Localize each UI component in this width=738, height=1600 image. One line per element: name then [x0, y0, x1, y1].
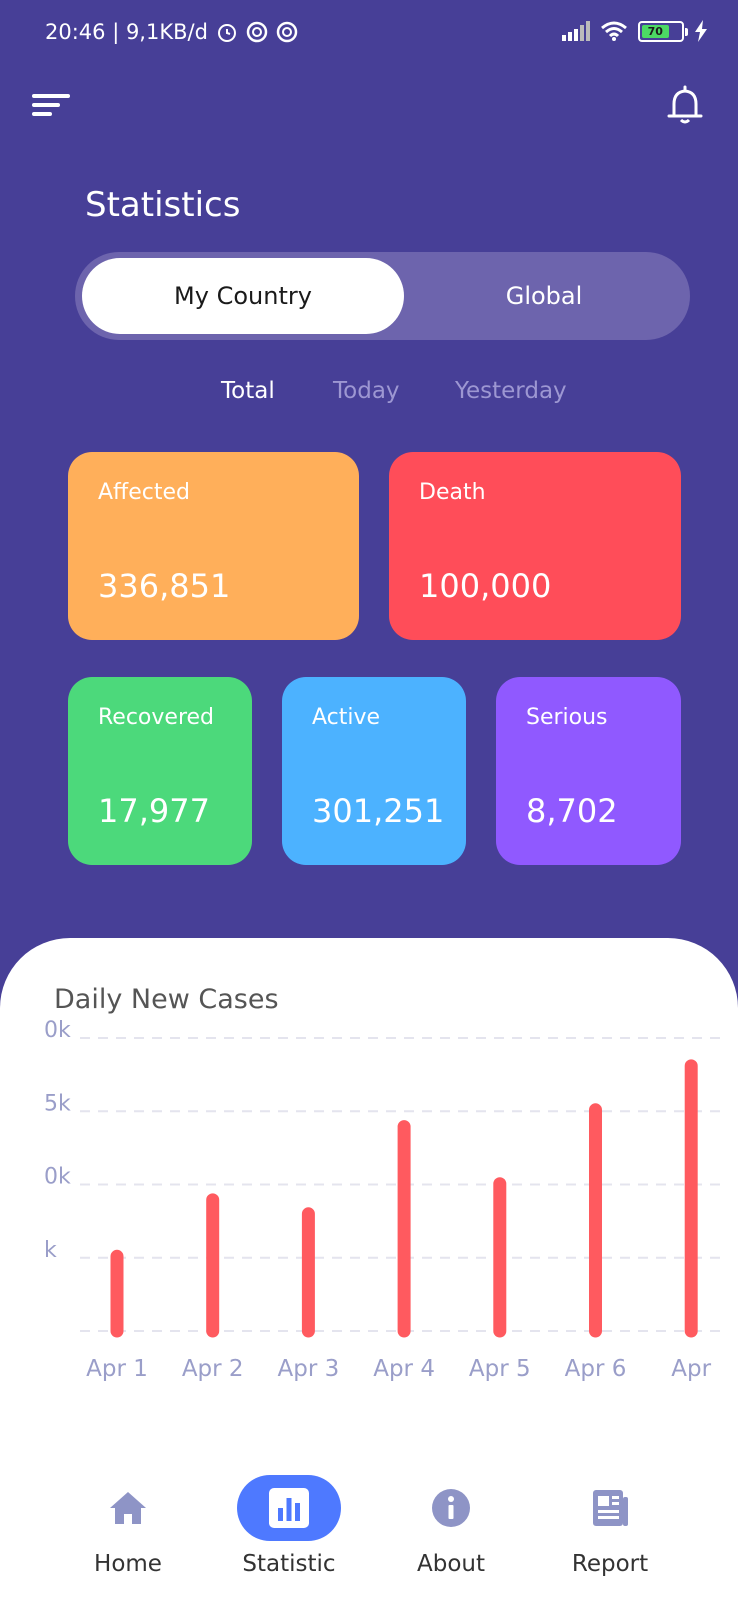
battery-level: 70: [642, 24, 669, 38]
nav-statistic-icon-wrap: [237, 1475, 341, 1541]
nav-report-icon-wrap: [558, 1475, 662, 1541]
my-country-tab[interactable]: My Country: [82, 258, 404, 334]
y-tick-label: 5k: [44, 1091, 71, 1116]
recovered-label: Recovered: [98, 705, 215, 730]
y-tick-label: 0k: [44, 1018, 71, 1043]
status-bar: 20:46 | 9,1KB/d 70: [0, 0, 738, 70]
status-right: 70: [562, 20, 708, 42]
serious-card[interactable]: Serious 8,702: [496, 677, 681, 865]
nav-home[interactable]: Home: [58, 1475, 198, 1587]
menu-icon: [32, 94, 70, 116]
serious-value: 8,702: [526, 792, 618, 830]
menu-button[interactable]: [32, 90, 74, 120]
daily-cases-chart: k 0k 5k 0k Apr 1 Apr 2 Apr 3 Apr 4 Apr 5 Apr 6 Apr: [44, 1018, 720, 1382]
active-value: 301,251: [312, 792, 445, 830]
recovered-value: 17,977: [98, 792, 210, 830]
charging-icon: [695, 20, 707, 42]
death-label: Death: [419, 480, 486, 505]
global-tab[interactable]: Global: [405, 258, 683, 334]
period-tab-total[interactable]: Total: [221, 378, 275, 404]
x-tick-label: Apr 5: [469, 1356, 531, 1382]
affected-value: 336,851: [98, 567, 231, 605]
app-screen: 20:46 | 9,1KB/d 70 Statistics My Country…: [0, 0, 738, 1600]
affected-label: Affected: [98, 480, 190, 505]
nav-home-label: Home: [94, 1551, 162, 1577]
nav-report[interactable]: Report: [540, 1475, 680, 1587]
x-tick-label: Apr 1: [86, 1356, 148, 1382]
x-tick-label: Apr 2: [182, 1356, 244, 1382]
battery-icon: 70: [638, 20, 688, 42]
affected-card[interactable]: Affected 336,851: [68, 452, 359, 640]
death-card[interactable]: Death 100,000: [389, 452, 681, 640]
nav-about-label: About: [416, 1551, 485, 1577]
x-tick-label: Apr 6: [565, 1356, 627, 1382]
alarm-icon: [217, 24, 236, 42]
home-icon: [110, 1492, 146, 1524]
bell-icon: [667, 85, 703, 124]
death-value: 100,000: [419, 567, 552, 605]
status-left: 20:46 | 9,1KB/d: [45, 20, 298, 44]
signal-icon: [562, 21, 590, 41]
recovered-card[interactable]: Recovered 17,977: [68, 677, 252, 865]
nav-about[interactable]: About: [381, 1475, 521, 1587]
nav-statistic[interactable]: Statistic: [219, 1475, 359, 1587]
y-tick-label: k: [44, 1238, 57, 1263]
y-tick-label: 0k: [44, 1165, 71, 1190]
period-tab-today[interactable]: Today: [333, 378, 400, 404]
x-tick-label: Apr 4: [373, 1356, 435, 1382]
newspaper-icon: [593, 1490, 628, 1526]
x-tick-label: Apr: [671, 1356, 711, 1382]
x-tick-label: Apr 3: [278, 1356, 340, 1382]
nav-about-icon-wrap: [399, 1475, 503, 1541]
bar-chart-icon: [269, 1488, 309, 1528]
serious-label: Serious: [526, 705, 608, 730]
nav-report-label: Report: [571, 1551, 649, 1577]
sync-icon: [276, 21, 298, 43]
wifi-icon: [601, 21, 627, 41]
page-title: Statistics: [85, 185, 241, 225]
nav-statistic-label: Statistic: [242, 1551, 336, 1577]
dnd-icon: [246, 21, 268, 43]
nav-home-icon-wrap: [76, 1475, 180, 1541]
active-card[interactable]: Active 301,251: [282, 677, 466, 865]
region-toggle: My Country Global: [75, 252, 690, 340]
status-time: 20:46 | 9,1KB/d: [45, 20, 208, 44]
notifications-button[interactable]: [662, 82, 708, 128]
info-icon: [432, 1489, 470, 1527]
period-tab-yesterday[interactable]: Yesterday: [455, 378, 567, 404]
active-label: Active: [312, 705, 381, 730]
